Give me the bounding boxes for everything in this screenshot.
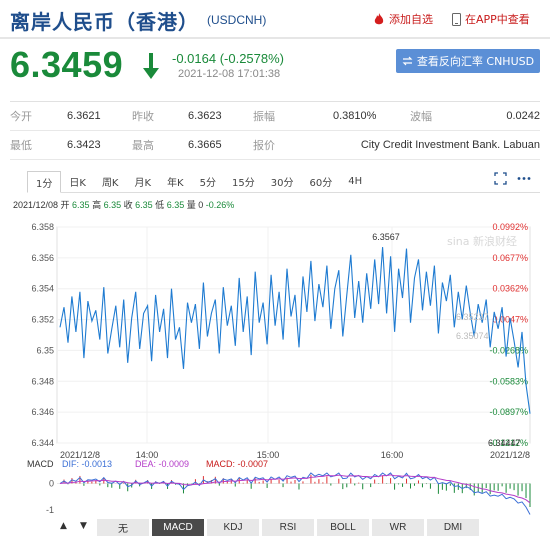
arrow-down-icon — [143, 53, 159, 79]
macd-dif: DIF: -0.0013 — [62, 459, 112, 469]
tab-60min[interactable]: 60分 — [301, 171, 340, 192]
pct-tick-label: -0.0268% — [489, 345, 528, 355]
info-low: 6.35 — [166, 200, 185, 210]
indicator-tab-macd[interactable]: MACD — [152, 519, 204, 536]
pct-tick-label: 0.0992% — [492, 222, 528, 232]
next-triangle-icon[interactable]: ▼ — [80, 521, 87, 531]
y-tick-label: 6.35 — [36, 345, 54, 355]
add-favorite-button[interactable]: 添加自选 — [373, 11, 433, 27]
amplitude-label: 振幅 — [253, 111, 275, 123]
ohlc-info-line: 2021/12/08 开 6.35 高 6.35 收 6.35 低 6.35 量… — [13, 198, 234, 211]
pct-tick-label: 0.0677% — [492, 253, 528, 263]
macd-title: MACD — [27, 459, 54, 469]
indicator-tab-rsi[interactable]: RSI — [262, 519, 314, 536]
amplitude-value: 0.3810% — [333, 110, 377, 122]
range-value: 0.0242 — [506, 110, 540, 122]
pct-tick-label: -0.0897% — [489, 407, 528, 417]
overlay-label: 6.35237 — [456, 312, 489, 322]
info-prefix: 2021/12/08 开 — [13, 200, 73, 210]
bottom-value-label: 6.34447 — [488, 438, 521, 448]
info-high: 6.35 — [103, 200, 122, 210]
prev-triangle-icon[interactable]: ▲ — [60, 521, 67, 531]
period-tabs: 1分 日K 周K 月K 年K 5分 15分 30分 60分 4H — [27, 171, 540, 193]
tab-daily[interactable]: 日K — [61, 171, 94, 192]
y-tick-label: 6.344 — [31, 438, 54, 448]
prev-close-value: 6.3623 — [188, 110, 222, 122]
stats-row: 今开 6.3621 昨收 6.3623 振幅 0.3810% 波幅 0.0242 — [10, 102, 540, 131]
sina-watermark: sina 新浪财经 — [447, 234, 517, 248]
header: 离岸人民币（香港） (USDCNH) 添加自选 在APP中查看 — [0, 0, 550, 40]
overlay-label: 6.35074 — [456, 331, 489, 341]
high-label: 最高 — [132, 140, 154, 152]
tab-15min[interactable]: 15分 — [224, 171, 263, 192]
macd-dif-line — [59, 472, 531, 515]
quoter-label: 报价 — [253, 140, 275, 152]
peak-value-label: 6.3567 — [372, 232, 400, 242]
indicator-tab-wr[interactable]: WR — [372, 519, 424, 536]
quoter-value: City Credit Investment Bank. Labuan — [360, 139, 540, 151]
pct-tick-label: 0.0362% — [492, 284, 528, 294]
info-pct: -0.26% — [205, 200, 235, 210]
reverse-rate-label: 查看反向汇率 CNHUSD — [416, 55, 535, 68]
x-tick-label: 2021/12/8 — [490, 450, 530, 460]
tab-1min[interactable]: 1分 — [27, 171, 62, 193]
low-value: 6.3423 — [67, 139, 101, 151]
open-value: 6.3621 — [67, 110, 101, 122]
header-divider — [0, 37, 550, 39]
tab-monthly[interactable]: 月K — [127, 171, 160, 192]
symbol-code: (USDCNH) — [207, 13, 267, 27]
more-icon[interactable] — [517, 172, 531, 185]
page-title: 离岸人民币（香港） — [10, 10, 199, 34]
phone-icon — [452, 12, 461, 26]
y-tick-label: 6.346 — [31, 407, 54, 417]
info-open: 6.35 — [72, 200, 90, 210]
flame-icon — [374, 12, 384, 24]
prev-close-label: 昨收 — [132, 111, 154, 123]
pct-tick-label: -0.0583% — [489, 376, 528, 386]
open-label: 今开 — [10, 111, 32, 123]
high-value: 6.3665 — [188, 139, 222, 151]
indicator-tabs: 无 MACD KDJ RSI BOLL WR DMI — [97, 519, 479, 536]
tab-weekly[interactable]: 周K — [94, 171, 127, 192]
reverse-rate-button[interactable]: 查看反向汇率 CNHUSD — [396, 49, 540, 73]
info-high-label: 高 — [89, 200, 104, 210]
indicator-tab-dmi[interactable]: DMI — [427, 519, 479, 536]
info-low-label: 低 — [152, 200, 167, 210]
price-chart[interactable]: 6.358 6.356 6.354 6.352 6.35 6.348 6.346 6.344 0… — [0, 215, 550, 515]
stats-row: 最低 6.3423 最高 6.3665 报价 City Credit Inves… — [10, 131, 540, 160]
range-label: 波幅 — [410, 111, 432, 123]
y-tick-label: 6.358 — [31, 222, 54, 232]
x-tick-label: 16:00 — [381, 450, 404, 460]
y-tick-label: 6.356 — [31, 253, 54, 263]
info-vol-label: 量 0 — [184, 200, 206, 210]
indicator-tab-none[interactable]: 无 — [97, 519, 149, 536]
y-tick-label: 6.352 — [31, 315, 54, 325]
indicator-tab-kdj[interactable]: KDJ — [207, 519, 259, 536]
chart-tools — [494, 172, 531, 185]
stats-table: 今开 6.3621 昨收 6.3623 振幅 0.3810% 波幅 0.0242… — [10, 101, 540, 160]
tab-30min[interactable]: 30分 — [263, 171, 302, 192]
macd-value: MACD: -0.0007 — [206, 459, 268, 469]
tab-5min[interactable]: 5分 — [192, 171, 224, 192]
open-in-app-label: 在APP中查看 — [465, 13, 530, 26]
tab-4h[interactable]: 4H — [340, 171, 370, 192]
fullscreen-icon[interactable] — [494, 172, 507, 185]
add-favorite-label: 添加自选 — [389, 13, 433, 26]
low-label: 最低 — [10, 140, 32, 152]
macd-tick-label: -1 — [46, 505, 54, 515]
tab-yearly[interactable]: 年K — [159, 171, 192, 192]
price-change: -0.0164 (-0.2578%) — [172, 51, 285, 66]
macd-dea-line — [59, 474, 531, 504]
info-close-label: 收 — [121, 200, 136, 210]
current-price: 6.3459 — [10, 44, 124, 85]
quote-timestamp: 2021-12-08 17:01:38 — [178, 68, 281, 80]
swap-icon — [402, 56, 413, 66]
macd-tick-label: 0 — [49, 479, 54, 489]
macd-dea: DEA: -0.0009 — [135, 459, 189, 469]
info-close: 6.35 — [135, 200, 153, 210]
y-tick-label: 6.348 — [31, 376, 54, 386]
y-tick-label: 6.354 — [31, 284, 54, 294]
indicator-tab-boll[interactable]: BOLL — [317, 519, 369, 536]
open-in-app-button[interactable]: 在APP中查看 — [452, 11, 530, 27]
